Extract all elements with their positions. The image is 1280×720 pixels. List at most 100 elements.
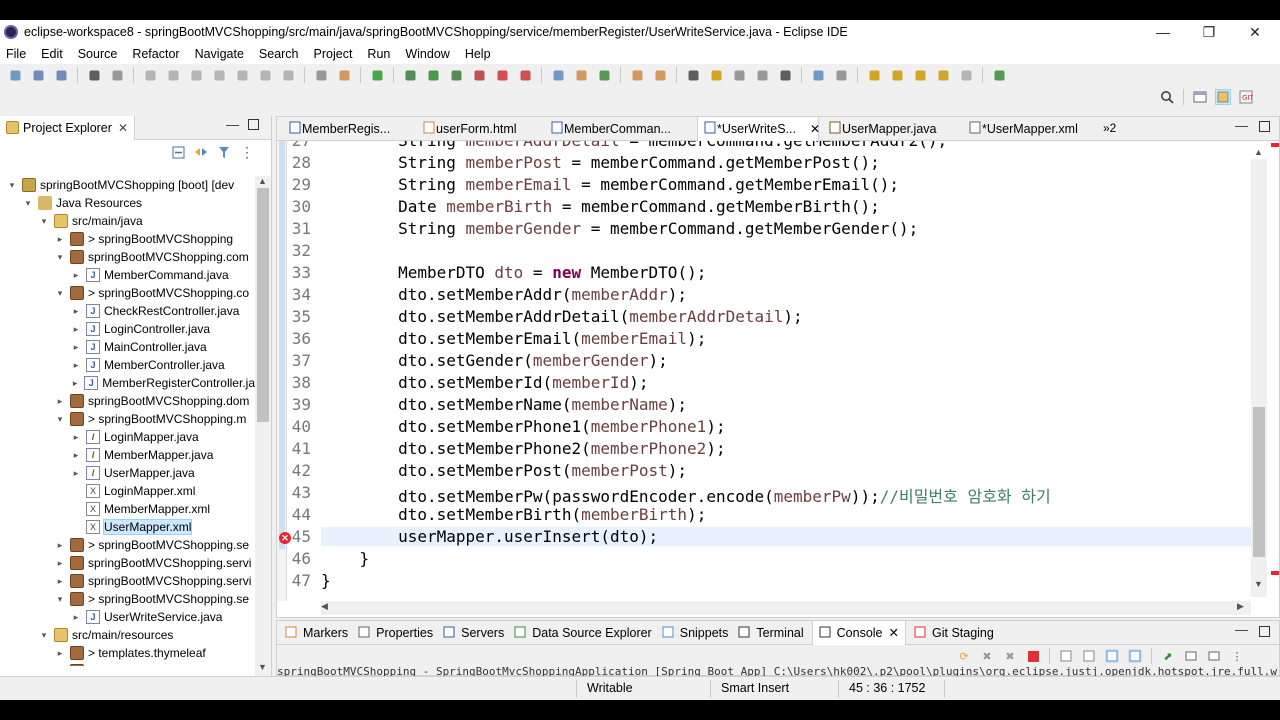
- collapse-arrow-icon[interactable]: ▸: [70, 432, 82, 443]
- expand-arrow-icon[interactable]: ▾: [6, 180, 18, 191]
- collapse-arrow-icon[interactable]: ▸: [70, 468, 82, 479]
- run-icon[interactable]: [426, 68, 440, 82]
- error-icon[interactable]: ✕: [279, 532, 291, 544]
- tab-git-staging[interactable]: Git Staging: [912, 621, 996, 645]
- pin-editor-icon[interactable]: [992, 68, 1006, 82]
- code-line[interactable]: dto.setMemberPost(memberPost);: [321, 461, 687, 480]
- editor-tab[interactable]: userForm.html: [417, 117, 539, 141]
- minimize-view-icon[interactable]: —: [226, 117, 239, 132]
- last-edit-icon[interactable]: [913, 68, 927, 82]
- tree-item[interactable]: ▸ J LoginController.java: [0, 320, 255, 338]
- editor-horizontal-scrollbar[interactable]: ◀ ▶: [321, 601, 1251, 615]
- scroll-up-icon[interactable]: ▲: [1254, 147, 1263, 157]
- close-tab-icon[interactable]: ✕: [810, 122, 820, 136]
- editor-tab[interactable]: *UserMapper.xml: [963, 117, 1097, 141]
- tree-item[interactable]: ▾ > springBootMVCShopping.m: [0, 410, 255, 428]
- show-whitespace-icon[interactable]: [755, 68, 769, 82]
- scroll-lock-icon[interactable]: [1082, 649, 1096, 663]
- tree-item[interactable]: ▾ springBootMVCShopping.com: [0, 248, 255, 266]
- code-line[interactable]: dto.setMemberName(memberName);: [321, 395, 687, 414]
- tree-item[interactable]: ▸ J UserWriteService.java: [0, 608, 255, 626]
- menu-search[interactable]: Search: [259, 47, 299, 61]
- tree-item[interactable]: ▸ J MemberController.java: [0, 356, 255, 374]
- tree-item[interactable]: ▾ Java Resources: [0, 194, 255, 212]
- editor-tab[interactable]: MemberRegis...: [283, 117, 411, 141]
- tab-overflow-button[interactable]: »2: [1103, 121, 1116, 135]
- scrollbar-thumb[interactable]: [257, 188, 269, 422]
- restore-button[interactable]: ❐: [1186, 20, 1232, 44]
- tab-console[interactable]: Console ✕: [811, 620, 906, 645]
- scrollbar-thumb[interactable]: [1253, 407, 1265, 557]
- menu-file[interactable]: File: [6, 47, 26, 61]
- maximize-view-icon[interactable]: [248, 119, 259, 130]
- project-explorer-vertical-scrollbar[interactable]: ▲ ▼: [255, 176, 271, 676]
- tree-item[interactable]: X LoginMapper.xml: [0, 482, 255, 500]
- close-view-icon[interactable]: ✕: [118, 121, 128, 135]
- back-icon[interactable]: [936, 68, 950, 82]
- tree-item[interactable]: ▸ I LoginMapper.java: [0, 428, 255, 446]
- tree-item[interactable]: ▾ > springBootMVCShopping.se: [0, 590, 255, 608]
- tab-markers[interactable]: Markers: [283, 621, 350, 645]
- expand-arrow-icon[interactable]: ▾: [54, 414, 66, 425]
- open-perspective-icon[interactable]: [1193, 90, 1207, 104]
- external-tools-icon[interactable]: [495, 68, 509, 82]
- tab-servers[interactable]: Servers: [441, 621, 506, 645]
- scroll-left-icon[interactable]: ◀: [321, 601, 328, 612]
- collapse-arrow-icon[interactable]: ▸: [54, 576, 66, 587]
- collapse-arrow-icon[interactable]: ▸: [70, 306, 82, 317]
- code-line[interactable]: Date memberBirth = memberCommand.getMemb…: [321, 197, 880, 216]
- word-wrap-icon[interactable]: [1105, 649, 1119, 663]
- boot-dashboard-icon[interactable]: [370, 68, 384, 82]
- pin-console-icon[interactable]: ⬈: [1161, 649, 1175, 663]
- error-marker[interactable]: [1271, 571, 1279, 575]
- code-line[interactable]: dto.setMemberPhone1(memberPhone1);: [321, 417, 726, 436]
- code-line[interactable]: }: [321, 571, 331, 590]
- tree-item[interactable]: X MemberMapper.xml: [0, 500, 255, 518]
- minimize-button[interactable]: —: [1140, 20, 1186, 44]
- collapse-arrow-icon[interactable]: ▸: [54, 540, 66, 551]
- git-perspective-icon[interactable]: GIT: [1239, 90, 1253, 104]
- menu-edit[interactable]: Edit: [41, 47, 63, 61]
- new-java-project-icon[interactable]: [551, 68, 565, 82]
- debug-icon[interactable]: [403, 68, 417, 82]
- toggle-mark-occurrences-icon[interactable]: [686, 68, 700, 82]
- view-menu-icon[interactable]: ⋮: [240, 144, 254, 160]
- code-line[interactable]: String memberPost = memberCommand.getMem…: [321, 153, 880, 172]
- menu-project[interactable]: Project: [314, 47, 353, 61]
- show-console-icon[interactable]: [1128, 649, 1142, 663]
- menu-refactor[interactable]: Refactor: [132, 47, 179, 61]
- relaunch-icon[interactable]: ⟳: [957, 649, 971, 663]
- open-type-icon[interactable]: [630, 68, 644, 82]
- maximize-editor-icon[interactable]: [1259, 121, 1270, 132]
- code-line[interactable]: dto.setMemberPw(passwordEncoder.encode(m…: [321, 483, 1051, 507]
- collapse-arrow-icon[interactable]: ▸: [54, 234, 66, 245]
- toggle-highlight-icon[interactable]: [709, 68, 723, 82]
- disconnect-icon[interactable]: [212, 68, 226, 82]
- close-tab-icon[interactable]: ✕: [889, 625, 899, 640]
- menu-run[interactable]: Run: [367, 47, 390, 61]
- maximize-panel-icon[interactable]: [1259, 626, 1270, 637]
- tab-data-source-explorer[interactable]: Data Source Explorer: [512, 621, 654, 645]
- collapse-arrow-icon[interactable]: ▸: [70, 342, 82, 353]
- new-icon[interactable]: [8, 68, 22, 82]
- tree-item[interactable]: ▸ springBootMVCShopping.dom: [0, 392, 255, 410]
- save-icon[interactable]: [31, 68, 45, 82]
- open-terminal-icon[interactable]: [87, 68, 101, 82]
- coverage-icon[interactable]: [337, 68, 351, 82]
- expand-arrow-icon[interactable]: ▾: [38, 216, 50, 227]
- collapse-arrow-icon[interactable]: ▸: [70, 360, 82, 371]
- tree-item[interactable]: ▾ src/main/java: [0, 212, 255, 230]
- next-annotation-icon[interactable]: [867, 68, 881, 82]
- code-line[interactable]: dto.setMemberPhone2(memberPhone2);: [321, 439, 726, 458]
- new-package-icon[interactable]: [574, 68, 588, 82]
- collapse-all-icon[interactable]: [171, 145, 185, 159]
- collapse-arrow-icon[interactable]: ▸: [70, 324, 82, 335]
- tree-item[interactable]: ▾ > springBootMVCShopping.co: [0, 284, 255, 302]
- link-with-editor-icon[interactable]: [194, 145, 208, 159]
- tree-item[interactable]: ▸ J MemberCommand.java: [0, 266, 255, 284]
- filter-icon[interactable]: [217, 145, 231, 159]
- code-line[interactable]: String memberEmail = memberCommand.getMe…: [321, 175, 899, 194]
- scroll-right-icon[interactable]: ▶: [1237, 601, 1244, 612]
- pilcrow-icon[interactable]: [778, 68, 792, 82]
- minimize-panel-icon[interactable]: —: [1235, 622, 1248, 637]
